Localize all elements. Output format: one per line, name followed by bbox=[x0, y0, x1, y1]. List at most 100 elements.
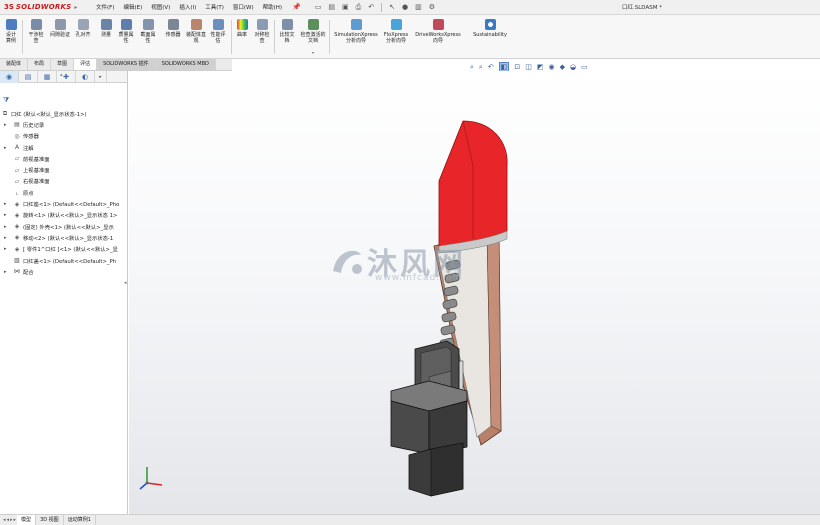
feature-manager-tab-icon[interactable]: ◉ bbox=[0, 71, 19, 83]
design-study-button[interactable]: 设计算例 bbox=[4, 19, 18, 44]
tree-item[interactable]: ▱ 右视基准面 bbox=[0, 176, 128, 187]
tab-3d-views[interactable]: 3D 视图 bbox=[36, 515, 64, 525]
tree-item-label: 传感器 bbox=[23, 134, 39, 141]
expand-arrow-icon[interactable]: ▸ bbox=[4, 145, 7, 151]
clearance-button[interactable]: 间隙验证 bbox=[50, 19, 70, 38]
undo-icon[interactable]: ↶ bbox=[368, 3, 374, 11]
expand-arrow-icon[interactable]: ▸ bbox=[4, 235, 7, 241]
check-doc-dropdown-icon[interactable]: ▾ bbox=[312, 50, 314, 55]
tree-item[interactable]: ◎ 传感器 bbox=[0, 131, 128, 142]
annotation-icon: A bbox=[14, 144, 20, 152]
tab-evaluate[interactable]: 评估 bbox=[74, 59, 98, 70]
floxpress-button[interactable]: FloXpress 分析向导 bbox=[381, 19, 411, 44]
expand-arrow-icon[interactable]: ▸ bbox=[4, 224, 7, 230]
tree-item[interactable]: ▸ ◈ 口红座<1> (Default<<Default>_Pho bbox=[0, 198, 128, 209]
lipstick-bullet[interactable] bbox=[438, 120, 508, 254]
measure-icon bbox=[100, 19, 112, 30]
tab-model[interactable]: 模型 bbox=[17, 515, 37, 525]
tree-item[interactable]: ▸ A 注解 bbox=[0, 142, 128, 153]
pin-icon[interactable]: 📌 bbox=[292, 3, 301, 11]
section-props-button[interactable]: 截面属性 bbox=[139, 19, 157, 44]
hole-align-icon bbox=[77, 19, 89, 30]
print-icon[interactable]: ⎙ bbox=[356, 3, 362, 12]
logo-arrow-icon[interactable]: ▸ bbox=[74, 4, 77, 11]
panel-handle-icon[interactable]: ▴ bbox=[60, 72, 63, 78]
symmetry-button[interactable]: 对称检查 bbox=[253, 19, 271, 44]
expand-arrow-icon[interactable]: ▸ bbox=[4, 269, 7, 275]
tree-item-label: 旋转<1> (默认<<默认>_显示状态 1> bbox=[23, 213, 118, 220]
driveworks-button[interactable]: DriveWorksXpress 向导 bbox=[412, 19, 464, 44]
tree-item[interactable]: ▸ ◈[ 零件1^口红 ]<1> (默认<<默认>_显 bbox=[0, 244, 128, 255]
tree-item[interactable]: ▸ ◈ (固定) 外壳<1> (默认<<默认>_显示 bbox=[0, 221, 128, 232]
config-manager-tab-icon[interactable]: ▦ bbox=[38, 71, 57, 83]
tree-item-label: 右视基准面 bbox=[23, 179, 50, 186]
tab-assembly[interactable]: 装配体 bbox=[0, 59, 29, 70]
display-manager-tab-icon[interactable]: ◐ bbox=[76, 71, 95, 83]
tree-item[interactable]: ⧉ 口红 (默认<默认_显示状态-1>) bbox=[0, 108, 128, 119]
expand-arrow-icon[interactable]: ▸ bbox=[4, 201, 7, 207]
file-props-icon[interactable]: ▥ bbox=[415, 3, 422, 11]
assembly-visual-button[interactable]: 装配体直观 bbox=[186, 19, 206, 44]
menu-window[interactable]: 窗口(W) bbox=[233, 3, 254, 11]
performance-icon bbox=[212, 19, 224, 30]
performance-button[interactable]: 性能评估 bbox=[209, 19, 227, 44]
tree-item[interactable]: ▸ ⋈ 配合 bbox=[0, 266, 128, 277]
menu-insert[interactable]: 插入(I) bbox=[179, 3, 196, 11]
tree-item[interactable]: ⌞ 原点 bbox=[0, 187, 128, 198]
part-suppressed-icon: ▧ bbox=[14, 257, 20, 264]
tree-item[interactable]: ▧ 口红盖<1> (Default<<Default>_Ph bbox=[0, 255, 128, 266]
graphics-viewport[interactable]: 沐风网 www.mfcad.com bbox=[129, 71, 820, 514]
new-doc-icon[interactable]: ▭ bbox=[315, 3, 322, 11]
select-icon[interactable]: ↖ bbox=[389, 3, 395, 11]
tree-item[interactable]: ▸ ◈ 移动<2> (默认<<默认>_显示状态-1 bbox=[0, 232, 128, 243]
rebuild-icon[interactable]: ● bbox=[402, 3, 408, 11]
document-title: 口红.SLDASM * bbox=[622, 5, 662, 11]
curvature-button[interactable]: 曲率 bbox=[235, 19, 249, 38]
tree-item-label: 历史记录 bbox=[23, 122, 45, 129]
expand-arrow-icon[interactable]: ▸ bbox=[4, 212, 7, 218]
ribbon-separator bbox=[274, 20, 275, 54]
tree-item[interactable]: ▸ ▤ 历史记录 bbox=[0, 119, 128, 130]
tab-layout[interactable]: 布局 bbox=[28, 59, 52, 70]
tab-solidworks-mbd[interactable]: SOLIDWORKS MBD bbox=[155, 59, 216, 70]
feature-manager-panel: ◉ ▤ ▦ ✚ ◐ ▸ ▴ ⧩ ⧉ 口红 (默认<默认_显示状态-1>) ▸ ▤ 历史记… bbox=[0, 71, 128, 514]
logo-name: SOLIDWORKS bbox=[15, 3, 72, 11]
lipstick-base-lower[interactable] bbox=[390, 380, 468, 497]
check-doc-button[interactable]: 检查激活的文档 bbox=[299, 19, 327, 44]
save-icon[interactable]: ▣ bbox=[342, 3, 349, 11]
expand-arrow-icon[interactable]: ▸ bbox=[4, 246, 7, 252]
solidworks-logo[interactable]: 3S SOLIDWORKS ▸ bbox=[0, 3, 90, 11]
more-tabs-icon[interactable]: ▸ bbox=[95, 71, 107, 83]
menu-tools[interactable]: 工具(T) bbox=[205, 3, 224, 11]
panel-collapse-icon[interactable]: ◂ bbox=[124, 280, 128, 292]
tree-item[interactable]: ▸ ◈ 旋转<1> (默认<<默认>_显示状态 1> bbox=[0, 210, 128, 221]
tab-sketch[interactable]: 草图 bbox=[51, 59, 75, 70]
tree-item[interactable]: ▱ 前视基准面 bbox=[0, 153, 128, 164]
open-icon[interactable]: ▤ bbox=[328, 3, 335, 11]
coordinate-triad-icon bbox=[139, 467, 163, 490]
mass-props-button[interactable]: 质量属性 bbox=[117, 19, 135, 44]
part-icon: ◈ bbox=[14, 234, 20, 242]
property-manager-tab-icon[interactable]: ▤ bbox=[19, 71, 38, 83]
tab-motion-study[interactable]: 运动算例1 bbox=[64, 515, 96, 525]
hole-align-button[interactable]: 孔对齐 bbox=[73, 19, 93, 38]
filter-icon[interactable]: ⧩ bbox=[3, 96, 9, 105]
expand-arrow-icon[interactable]: ▸ bbox=[4, 122, 7, 128]
tab-solidworks-addins[interactable]: SOLIDWORKS 插件 bbox=[97, 59, 156, 70]
sensor-button[interactable]: 传感器 bbox=[162, 19, 184, 38]
menu-view[interactable]: 视图(V) bbox=[151, 3, 170, 11]
sustainability-button[interactable]: Sustainability bbox=[470, 19, 510, 38]
interference-button[interactable]: 干涉检查 bbox=[27, 19, 45, 44]
simulationxpress-button[interactable]: SimulationXpress 分析向导 bbox=[332, 19, 380, 44]
tree-item[interactable]: ▱ 上视基准面 bbox=[0, 164, 128, 175]
measure-button[interactable]: 测量 bbox=[97, 19, 115, 38]
ribbon-separator bbox=[329, 20, 330, 54]
tab-scroll-arrows-icon[interactable]: ◂◂▸▸ bbox=[3, 517, 17, 523]
curvature-icon bbox=[236, 19, 248, 30]
lipstick-model[interactable] bbox=[129, 71, 820, 514]
compare-button[interactable]: 比较文档 bbox=[278, 19, 296, 44]
menu-edit[interactable]: 编辑(E) bbox=[123, 3, 142, 11]
menu-file[interactable]: 文件(F) bbox=[96, 3, 114, 11]
menu-help[interactable]: 帮助(H) bbox=[263, 3, 282, 11]
options-icon[interactable]: ⚙ bbox=[429, 3, 435, 11]
